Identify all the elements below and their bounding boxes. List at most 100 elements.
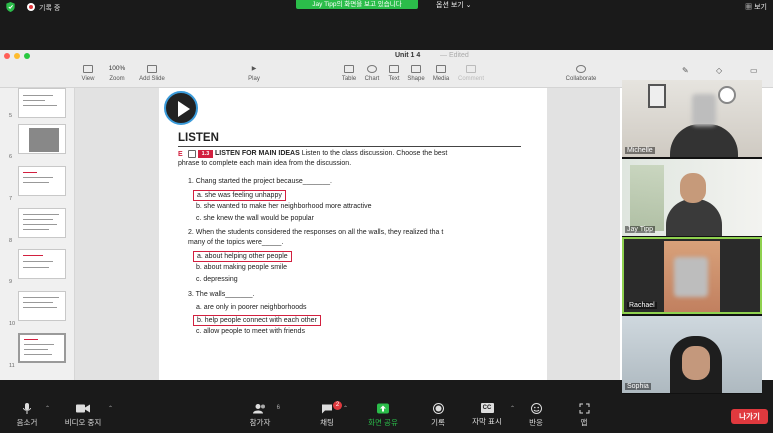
document-icon[interactable]: ▭	[750, 66, 758, 75]
participant-body	[670, 124, 738, 157]
add-slide-label: Add Slide	[139, 76, 165, 82]
text-label: Text	[388, 76, 400, 82]
zoom-top-bar: 기록 중 Jay Tipp의 화면을 보고 있습니다 옵션 보기 ⌄ ▦ 보기	[0, 0, 773, 14]
participant-body	[666, 199, 722, 236]
video-tile[interactable]: Michelle	[622, 80, 762, 157]
captions-button[interactable]: CC 자막 표시 ⌃	[469, 403, 515, 427]
reactions-button[interactable]: 반응	[526, 403, 546, 428]
stop-video-button[interactable]: 비디오 중지 ⌃	[63, 403, 113, 428]
animate-icon[interactable]: ◇	[716, 66, 722, 75]
close-window-button[interactable]	[4, 53, 10, 59]
answer-option: b. she wanted to make her neighborhood m…	[196, 203, 372, 210]
view-label: 보기	[754, 4, 767, 11]
participant-name: Michelle	[625, 147, 655, 154]
photo-thumbnail	[29, 128, 59, 152]
shape-icon	[411, 65, 421, 73]
slide-thumbnail[interactable]	[18, 124, 66, 154]
play-button[interactable]: ▶ Play	[239, 65, 269, 82]
comment-icon	[466, 65, 476, 73]
add-slide-icon	[147, 65, 157, 73]
participant-face	[680, 173, 706, 203]
record-icon	[432, 403, 444, 414]
view-options-button[interactable]: 옵션 보기 ⌄	[436, 0, 472, 10]
zoom-toolbar-button[interactable]: 100% Zoom	[102, 65, 132, 82]
participants-button[interactable]: 참가자 6	[246, 403, 280, 428]
chevron-up-icon[interactable]: ⌃	[45, 405, 50, 412]
mute-button[interactable]: 음소거 ⌃	[14, 403, 50, 428]
slide-number: 5	[9, 113, 13, 119]
participant-video-strip: Michelle Jay Tipp Rachael Sophia	[622, 80, 762, 394]
slide-thumbnail[interactable]	[18, 88, 66, 118]
slide-thumbnail[interactable]	[18, 291, 66, 321]
format-brush-icon[interactable]: ✎	[682, 66, 689, 75]
chevron-up-icon[interactable]: ⌃	[510, 405, 515, 412]
play-audio-icon[interactable]	[164, 91, 198, 125]
video-tile-active-speaker[interactable]: Rachael	[622, 237, 762, 314]
record-button[interactable]: 기록	[427, 403, 449, 428]
screen-share-banner: Jay Tipp의 화면을 보고 있습니다	[296, 0, 418, 9]
record-label: 기록	[431, 418, 445, 427]
video-tile[interactable]: Jay Tipp	[622, 159, 762, 236]
add-slide-button[interactable]: Add Slide	[137, 65, 167, 82]
wall-grid-decoration	[648, 84, 666, 108]
participant-face	[682, 346, 710, 380]
answer-option: b. about making people smile	[196, 264, 288, 271]
comment-button[interactable]: Comment	[456, 65, 486, 82]
video-tile[interactable]: Sophia	[622, 316, 762, 393]
participants-label: 참가자	[249, 418, 271, 427]
view-button[interactable]: ▦ 보기	[745, 2, 767, 12]
slide-thumbnail-selected[interactable]	[18, 333, 66, 363]
chevron-up-icon[interactable]: ⌃	[108, 405, 113, 412]
slide-canvas: LISTEN E 1.3 LISTEN FOR MAIN IDEAS Liste…	[75, 88, 620, 380]
microphone-icon	[23, 403, 31, 414]
question-stem: 1. Chang started the project because____…	[188, 178, 332, 185]
apps-button[interactable]: 앱	[576, 403, 592, 428]
share-screen-label: 화면 공유	[368, 418, 398, 427]
answer-option-highlighted: b. help people connect with each other	[193, 315, 321, 326]
play-label: Play	[248, 76, 260, 82]
shape-label: Shape	[407, 76, 425, 82]
edited-status: — Edited	[440, 52, 469, 59]
collaborate-button[interactable]: Collaborate	[561, 65, 601, 82]
table-label: Table	[341, 76, 357, 82]
keynote-toolbar: View 100% Zoom Add Slide ▶ Play Table Ch…	[0, 62, 620, 88]
instruction-title: LISTEN FOR MAIN IDEAS	[215, 150, 300, 157]
minimize-window-button[interactable]	[14, 53, 20, 59]
view-toolbar-button[interactable]: View	[73, 65, 103, 82]
collaborate-label: Collaborate	[565, 76, 597, 82]
shield-icon[interactable]	[6, 2, 15, 12]
media-label: Media	[432, 76, 450, 82]
video-camera-icon	[76, 404, 90, 413]
text-icon	[389, 65, 399, 73]
table-icon	[344, 65, 354, 73]
captions-label: 자막 표시	[472, 417, 502, 426]
question-stem: 3. The walls_______.	[188, 291, 255, 298]
chevron-up-icon[interactable]: ⌃	[343, 405, 348, 412]
participants-icon	[253, 404, 265, 414]
slide[interactable]: LISTEN E 1.3 LISTEN FOR MAIN IDEAS Liste…	[159, 88, 547, 380]
answer-option: c. she knew the wall would be popular	[196, 215, 314, 222]
sidebar-icon	[83, 65, 93, 73]
zoom-value: 100%	[108, 65, 126, 72]
answer-option: a. are only in poorer neighborhoods	[196, 304, 307, 311]
slide-number: 11	[9, 363, 15, 369]
chat-icon	[322, 404, 332, 414]
answer-option-highlighted: a. she was feeling unhappy	[193, 190, 286, 201]
emoji-icon	[530, 403, 542, 414]
leave-meeting-button[interactable]: 나가기	[731, 409, 768, 424]
chat-label: 채팅	[320, 418, 334, 427]
participant-name: Jay Tipp	[625, 226, 656, 233]
stop-video-label: 비디오 중지	[64, 418, 102, 427]
slide-number: 9	[9, 279, 13, 285]
chat-button[interactable]: 2 채팅 ⌃	[316, 401, 348, 428]
share-screen-button[interactable]: 화면 공유	[364, 403, 402, 428]
answer-option-highlighted: a. about helping other people	[193, 251, 292, 262]
closed-captions-icon: CC	[480, 403, 494, 413]
slide-thumbnail[interactable]	[18, 166, 66, 196]
participant-name: Rachael	[627, 302, 657, 309]
chevron-down-icon: ⌄	[465, 2, 472, 9]
slide-thumbnail[interactable]	[18, 208, 66, 238]
media-button[interactable]: Media	[426, 65, 456, 82]
zoom-window-button[interactable]	[24, 53, 30, 59]
slide-thumbnail[interactable]	[18, 249, 66, 279]
